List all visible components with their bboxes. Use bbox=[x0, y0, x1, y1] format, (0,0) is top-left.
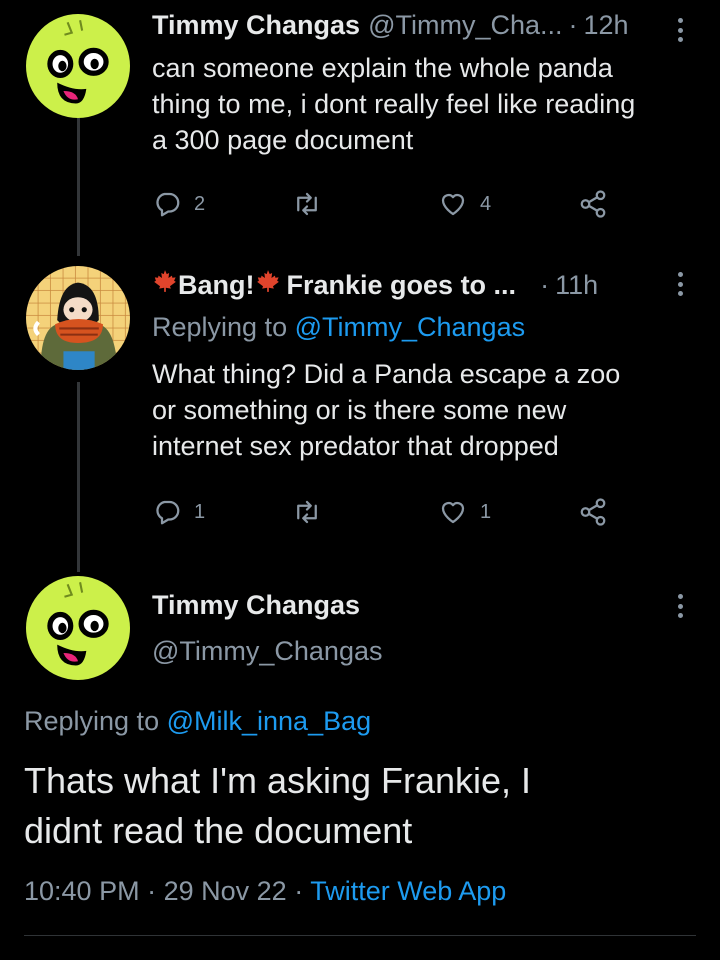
heart-icon bbox=[441, 501, 465, 524]
user-handle[interactable]: @Timmy_Changas bbox=[152, 634, 382, 668]
thread-connector bbox=[77, 382, 80, 572]
text-line: internet sex predator that dropped bbox=[152, 431, 559, 461]
reply-count: 2 bbox=[194, 192, 206, 215]
avatar-image bbox=[26, 576, 130, 680]
tweet-header: Timmy Changas @Timmy_Cha... · 12h bbox=[152, 8, 629, 42]
user-handle[interactable]: @Timmy_Cha... bbox=[368, 8, 562, 42]
maple-leaf-icon bbox=[154, 270, 176, 292]
more-vertical-icon bbox=[677, 594, 683, 599]
more-vertical-icon bbox=[677, 18, 683, 23]
timestamp[interactable]: 12h bbox=[584, 8, 629, 42]
tweet-actions: 2 4 bbox=[152, 184, 622, 224]
separator: · bbox=[568, 10, 578, 40]
like-count: 1 bbox=[480, 500, 492, 523]
more-vertical-icon bbox=[677, 272, 683, 277]
text-line: thing to me, i dont really feel like rea… bbox=[152, 89, 636, 119]
text-line: can someone explain the whole panda bbox=[152, 53, 613, 83]
timestamp[interactable]: 11h bbox=[555, 268, 598, 302]
tweet-text: Thats what I'm asking Frankie, I didnt r… bbox=[24, 756, 704, 856]
retweet-button[interactable] bbox=[292, 184, 322, 224]
display-name-part[interactable]: Frankie goes to ... bbox=[287, 268, 517, 302]
more-options-button[interactable] bbox=[670, 590, 690, 622]
separator: · bbox=[540, 270, 550, 300]
text-line: What thing? Did a Panda escape a zoo bbox=[152, 359, 621, 389]
tweet-actions: 1 1 bbox=[152, 492, 622, 532]
like-count: 4 bbox=[480, 192, 492, 215]
retweet-button[interactable] bbox=[292, 492, 322, 532]
display-name-part[interactable]: Bang! bbox=[178, 268, 255, 302]
avatar-image bbox=[26, 14, 130, 118]
retweet-icon bbox=[297, 192, 317, 216]
like-button[interactable]: 4 bbox=[438, 184, 491, 224]
replying-label: Replying to bbox=[24, 706, 160, 736]
replying-to: Replying to @Timmy_Changas bbox=[152, 310, 525, 344]
maple-leaf-icon bbox=[256, 270, 279, 292]
more-options-button[interactable] bbox=[670, 14, 690, 46]
replying-handle-link[interactable]: @Timmy_Changas bbox=[295, 312, 525, 342]
source-link[interactable]: Twitter Web App bbox=[310, 876, 506, 906]
date[interactable]: 29 Nov 22 bbox=[164, 876, 287, 906]
reply-count: 1 bbox=[194, 500, 206, 523]
more-options-button[interactable] bbox=[670, 268, 690, 300]
text-line: Thats what I'm asking Frankie, I bbox=[24, 760, 532, 801]
share-button[interactable] bbox=[578, 184, 608, 224]
display-name[interactable]: Timmy Changas bbox=[152, 588, 360, 622]
separator: · bbox=[294, 876, 304, 906]
thread-connector bbox=[77, 118, 80, 256]
avatar-image bbox=[26, 266, 130, 370]
text-line: a 300 page document bbox=[152, 125, 414, 155]
reply-button[interactable]: 2 bbox=[152, 184, 205, 224]
replying-handle-link[interactable]: @Milk_inna_Bag bbox=[167, 706, 372, 736]
reply-button[interactable]: 1 bbox=[152, 492, 205, 532]
share-button[interactable] bbox=[578, 492, 608, 532]
share-icon bbox=[580, 190, 606, 218]
avatar[interactable] bbox=[26, 576, 130, 680]
tweet-meta: 10:40 PM · 29 Nov 22 · Twitter Web App bbox=[24, 874, 506, 908]
reply-icon bbox=[156, 192, 180, 217]
replying-label: Replying to bbox=[152, 312, 288, 342]
divider bbox=[24, 935, 696, 936]
replying-to: Replying to @Milk_inna_Bag bbox=[24, 704, 371, 738]
separator: · bbox=[147, 876, 157, 906]
text-line: didnt read the document bbox=[24, 810, 413, 851]
retweet-icon bbox=[297, 500, 317, 524]
avatar[interactable] bbox=[26, 266, 130, 370]
tweet-text: What thing? Did a Panda escape a zoo or … bbox=[152, 356, 712, 464]
reply-icon bbox=[156, 500, 180, 525]
display-name[interactable]: Timmy Changas bbox=[152, 8, 360, 42]
tweet-header: Bang! Frankie goes to ... · 11h bbox=[152, 268, 598, 302]
heart-icon bbox=[441, 193, 465, 216]
tweet-text: can someone explain the whole panda thin… bbox=[152, 50, 712, 158]
timestamp[interactable]: 10:40 PM bbox=[24, 876, 140, 906]
share-icon bbox=[580, 498, 606, 526]
avatar[interactable] bbox=[26, 14, 130, 118]
like-button[interactable]: 1 bbox=[438, 492, 491, 532]
text-line: or something or is there some new bbox=[152, 395, 567, 425]
